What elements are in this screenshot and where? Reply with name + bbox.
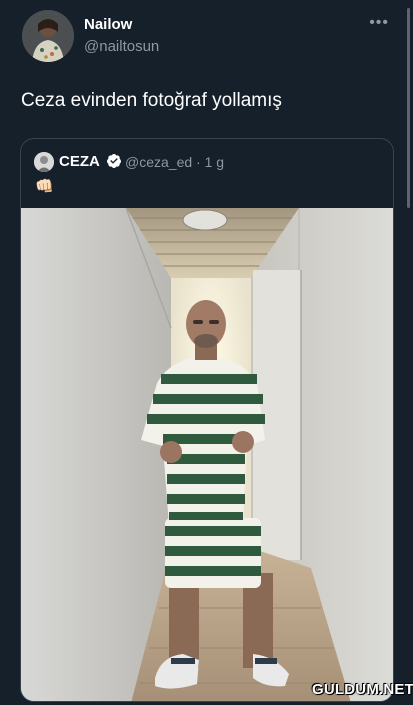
scrollbar[interactable] [407,8,410,208]
more-horizontal-icon[interactable]: ••• [369,14,389,32]
author-handle[interactable]: @nailtosun [84,38,159,55]
quoted-author-handle[interactable]: @ceza_ed · 1 g [125,154,224,170]
quoted-timestamp[interactable]: · 1 g [196,154,224,170]
quoted-tweet-emoji: 👊🏻 [35,178,54,195]
author-avatar[interactable] [22,10,74,62]
verified-badge-icon [106,154,121,168]
quoted-author-name[interactable]: CEZA [59,153,100,170]
quoted-tweet-photo[interactable] [21,207,393,701]
watermark: GULDUM.NET [312,681,413,698]
quoted-handle-text: @ceza_ed [125,154,193,170]
author-name[interactable]: Nailow [84,16,132,33]
quoted-tweet[interactable]: CEZA @ceza_ed · 1 g 👊🏻 [20,138,394,702]
tweet-text: Ceza evinden fotoğraf yollamış [21,90,282,111]
tweet: Nailow @nailtosun ••• Ceza evinden fotoğ… [0,0,413,705]
quoted-author-avatar[interactable] [34,152,54,172]
